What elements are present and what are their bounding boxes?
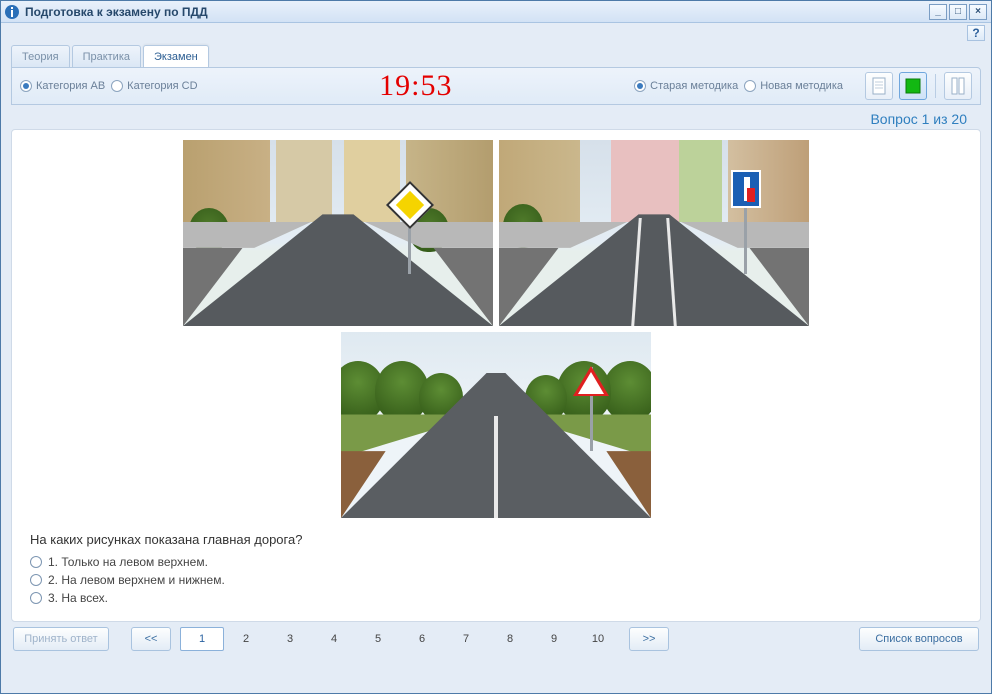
radio-category-ab[interactable]: Категория AB bbox=[20, 80, 105, 92]
tab-practice[interactable]: Практика bbox=[72, 45, 141, 67]
page-2[interactable]: 2 bbox=[224, 627, 268, 651]
radio-dot-icon bbox=[111, 80, 123, 92]
answer-option-2[interactable]: 2. На левом верхнем и нижнем. bbox=[30, 571, 962, 589]
question-text: На каких рисунках показана главная дорог… bbox=[30, 532, 962, 547]
pager-bar: Принять ответ << 1 2 3 4 5 6 7 8 9 10 >>… bbox=[11, 622, 981, 656]
scene-top-right bbox=[499, 140, 809, 326]
radio-icon bbox=[30, 592, 42, 604]
title-bar: Подготовка к экзамену по ПДД _ □ × bbox=[1, 1, 991, 23]
toolbar-separator bbox=[935, 74, 936, 98]
page-9[interactable]: 9 bbox=[532, 627, 576, 651]
priority-road-sign-icon bbox=[386, 181, 434, 229]
tab-theory[interactable]: Теория bbox=[11, 45, 70, 67]
radio-category-cd[interactable]: Категория CD bbox=[111, 80, 197, 92]
accept-answer-button[interactable]: Принять ответ bbox=[13, 627, 109, 651]
help-strip: ? bbox=[1, 23, 991, 43]
dead-end-sign-icon bbox=[731, 170, 761, 208]
maximize-button[interactable]: □ bbox=[949, 4, 967, 20]
prev-page-button[interactable]: << bbox=[131, 627, 171, 651]
answer-1-label: 1. Только на левом верхнем. bbox=[48, 555, 208, 569]
radio-icon bbox=[30, 556, 42, 568]
page-3[interactable]: 3 bbox=[268, 627, 312, 651]
image-row-top bbox=[30, 140, 962, 326]
radio-dot-icon bbox=[20, 80, 32, 92]
help-button[interactable]: ? bbox=[967, 25, 985, 41]
answer-option-3[interactable]: 3. На всех. bbox=[30, 589, 962, 607]
question-panel: На каких рисунках показана главная дорог… bbox=[11, 129, 981, 622]
answer-2-label: 2. На левом верхнем и нижнем. bbox=[48, 573, 225, 587]
tool-image-mode-icon[interactable] bbox=[899, 72, 927, 100]
close-button[interactable]: × bbox=[969, 4, 987, 20]
page-1[interactable]: 1 bbox=[180, 627, 224, 651]
page-8[interactable]: 8 bbox=[488, 627, 532, 651]
page-numbers: 1 2 3 4 5 6 7 8 9 10 bbox=[179, 626, 621, 652]
window-title: Подготовка к экзамену по ПДД bbox=[25, 5, 208, 19]
radio-dot-icon bbox=[744, 80, 756, 92]
radio-new-method[interactable]: Новая методика bbox=[744, 80, 843, 92]
outer-panel: Теория Практика Экзамен Категория AB Кат… bbox=[11, 43, 981, 656]
radio-old-method-label: Старая методика bbox=[650, 80, 738, 92]
radio-category-cd-label: Категория CD bbox=[127, 80, 197, 92]
question-list-button[interactable]: Список вопросов bbox=[859, 627, 979, 651]
tab-row: Теория Практика Экзамен bbox=[11, 43, 981, 67]
page-5[interactable]: 5 bbox=[356, 627, 400, 651]
scene-bottom bbox=[341, 332, 651, 518]
app-window: Подготовка к экзамену по ПДД _ □ × ? Тео… bbox=[0, 0, 992, 694]
page-6[interactable]: 6 bbox=[400, 627, 444, 651]
toolbar: Категория AB Категория CD 19:53 Старая м… bbox=[11, 67, 981, 105]
page-4[interactable]: 4 bbox=[312, 627, 356, 651]
exam-timer: 19:53 bbox=[379, 69, 452, 102]
app-icon bbox=[5, 5, 19, 19]
crossroads-warning-sign-icon bbox=[573, 366, 609, 396]
radio-old-method[interactable]: Старая методика bbox=[634, 80, 738, 92]
radio-dot-icon bbox=[634, 80, 646, 92]
answer-option-1[interactable]: 1. Только на левом верхнем. bbox=[30, 553, 962, 571]
scene-top-left bbox=[183, 140, 493, 326]
minimize-button[interactable]: _ bbox=[929, 4, 947, 20]
radio-category-ab-label: Категория AB bbox=[36, 80, 105, 92]
tab-exam[interactable]: Экзамен bbox=[143, 45, 209, 67]
radio-new-method-label: Новая методика bbox=[760, 80, 843, 92]
question-counter: Вопрос 1 из 20 bbox=[11, 105, 981, 129]
page-7[interactable]: 7 bbox=[444, 627, 488, 651]
next-page-button[interactable]: >> bbox=[629, 627, 669, 651]
answers-list: 1. Только на левом верхнем. 2. На левом … bbox=[30, 553, 962, 607]
radio-icon bbox=[30, 574, 42, 586]
page-10[interactable]: 10 bbox=[576, 627, 620, 651]
tool-columns-icon[interactable] bbox=[944, 72, 972, 100]
answer-3-label: 3. На всех. bbox=[48, 591, 108, 605]
tool-page-icon[interactable] bbox=[865, 72, 893, 100]
window-controls: _ □ × bbox=[929, 4, 987, 20]
